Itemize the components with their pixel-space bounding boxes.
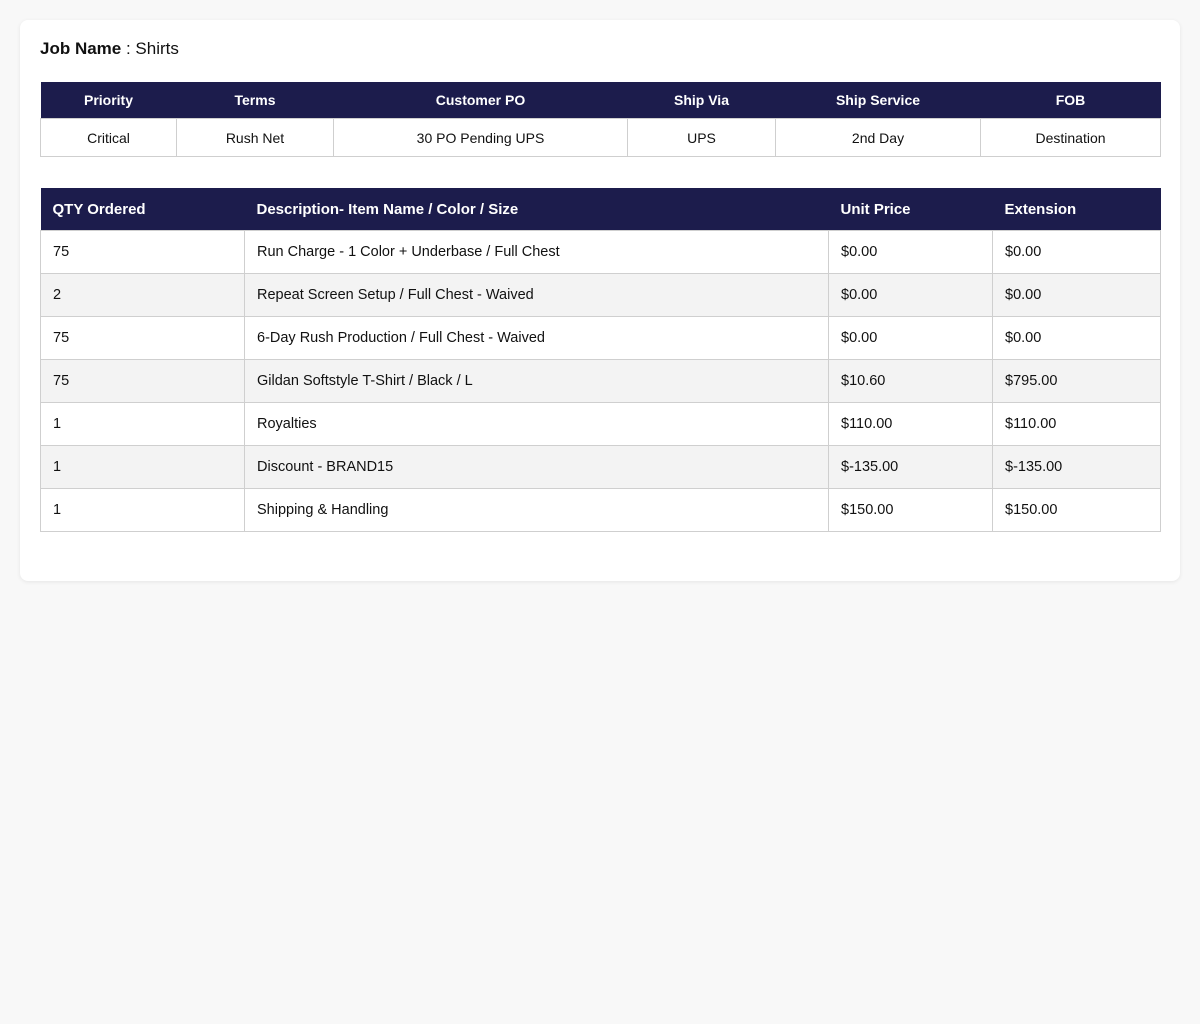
extension-cell: $795.00 [992, 359, 1161, 403]
table-row: 1 Royalties $110.00 $110.00 [40, 402, 1161, 446]
extension-cell: $-135.00 [992, 445, 1161, 489]
priority-header: Priority [40, 82, 177, 119]
qty-ordered-header: QTY Ordered [40, 188, 245, 231]
description-cell: Discount - BRAND15 [244, 445, 829, 489]
unit-price-cell: $110.00 [828, 402, 993, 446]
ship-via-value: UPS [627, 118, 776, 157]
table-row: 75 Run Charge - 1 Color + Underbase / Fu… [40, 230, 1161, 274]
fob-header: FOB [980, 82, 1161, 119]
terms-header: Terms [176, 82, 334, 119]
summary-value-row: Critical Rush Net 30 PO Pending UPS UPS … [40, 118, 1161, 157]
unit-price-cell: $0.00 [828, 230, 993, 274]
job-name-line: Job Name : Shirts [40, 38, 179, 60]
customer-po-header: Customer PO [333, 82, 628, 119]
priority-value: Critical [40, 118, 177, 157]
order-summary-table: Priority Terms Customer PO Ship Via Ship… [40, 82, 1161, 157]
qty-cell: 1 [40, 488, 245, 532]
fob-value: Destination [980, 118, 1161, 157]
qty-cell: 75 [40, 230, 245, 274]
table-row: 75 Gildan Softstyle T-Shirt / Black / L … [40, 359, 1161, 403]
description-cell: Run Charge - 1 Color + Underbase / Full … [244, 230, 829, 274]
ship-service-value: 2nd Day [775, 118, 981, 157]
terms-value: Rush Net [176, 118, 334, 157]
job-name-separator: : [121, 39, 136, 58]
description-cell: 6-Day Rush Production / Full Chest - Wai… [244, 316, 829, 360]
extension-header: Extension [992, 188, 1161, 231]
unit-price-cell: $10.60 [828, 359, 993, 403]
description-cell: Shipping & Handling [244, 488, 829, 532]
qty-cell: 75 [40, 359, 245, 403]
extension-cell: $0.00 [992, 273, 1161, 317]
ship-via-header: Ship Via [627, 82, 776, 119]
unit-price-cell: $-135.00 [828, 445, 993, 489]
qty-cell: 75 [40, 316, 245, 360]
unit-price-cell: $0.00 [828, 273, 993, 317]
qty-cell: 1 [40, 445, 245, 489]
extension-cell: $110.00 [992, 402, 1161, 446]
qty-cell: 1 [40, 402, 245, 446]
unit-price-cell: $0.00 [828, 316, 993, 360]
description-cell: Royalties [244, 402, 829, 446]
order-card: Job Name : Shirts Priority Terms Custome… [20, 20, 1180, 581]
line-items-table: QTY Ordered Description- Item Name / Col… [40, 188, 1161, 532]
customer-po-value: 30 PO Pending UPS [333, 118, 628, 157]
qty-cell: 2 [40, 273, 245, 317]
ship-service-header: Ship Service [775, 82, 981, 119]
table-row: 1 Discount - BRAND15 $-135.00 $-135.00 [40, 445, 1161, 489]
description-cell: Repeat Screen Setup / Full Chest - Waive… [244, 273, 829, 317]
unit-price-header: Unit Price [828, 188, 993, 231]
job-name-value: Shirts [135, 39, 179, 58]
extension-cell: $150.00 [992, 488, 1161, 532]
extension-cell: $0.00 [992, 230, 1161, 274]
description-header: Description- Item Name / Color / Size [244, 188, 829, 231]
items-header-row: QTY Ordered Description- Item Name / Col… [40, 188, 1161, 231]
description-cell: Gildan Softstyle T-Shirt / Black / L [244, 359, 829, 403]
table-row: 75 6-Day Rush Production / Full Chest - … [40, 316, 1161, 360]
table-row: 1 Shipping & Handling $150.00 $150.00 [40, 488, 1161, 532]
extension-cell: $0.00 [992, 316, 1161, 360]
summary-header-row: Priority Terms Customer PO Ship Via Ship… [40, 82, 1161, 119]
table-row: 2 Repeat Screen Setup / Full Chest - Wai… [40, 273, 1161, 317]
unit-price-cell: $150.00 [828, 488, 993, 532]
job-name-label: Job Name [40, 39, 122, 58]
